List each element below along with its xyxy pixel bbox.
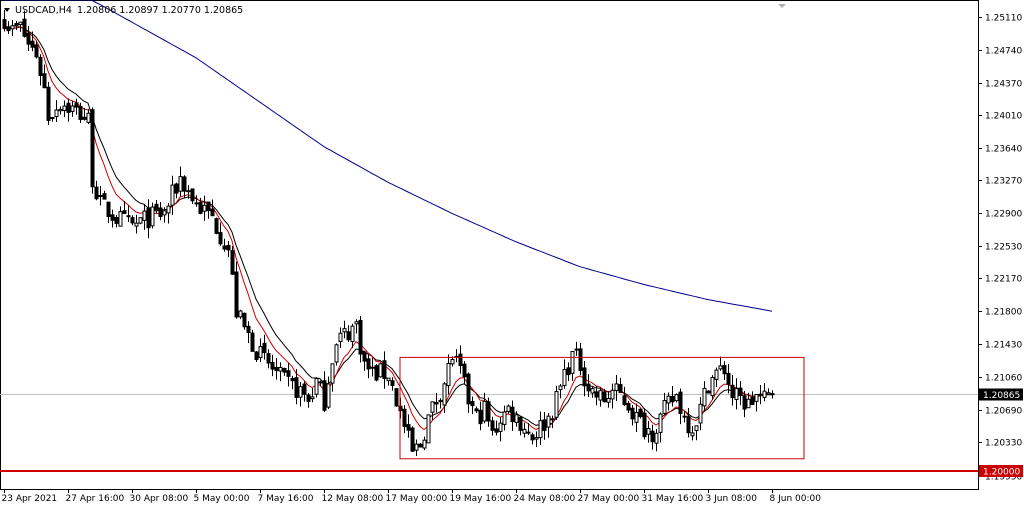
y-tick-label: 1.24740 — [985, 47, 1022, 57]
candle — [46, 81, 51, 125]
candle — [638, 408, 643, 419]
level-price-badge: 1.20000 — [979, 465, 1023, 478]
candle — [378, 363, 383, 378]
candle — [250, 329, 255, 352]
candle — [242, 312, 247, 330]
y-tick-label: 1.22530 — [985, 243, 1022, 253]
x-tick-label: 8 Jun 00:00 — [770, 494, 822, 504]
y-tick-label: 1.23270 — [985, 177, 1022, 187]
x-tick-label: 24 May 08:00 — [514, 494, 576, 504]
candle — [642, 408, 647, 440]
x-tick-label: 7 May 16:00 — [258, 494, 314, 504]
x-tick-label: 17 May 00:00 — [386, 494, 448, 504]
chart[interactable]: 1.25110 1.24740 1.24370 1.24010 1.23640 1.232… — [0, 0, 1024, 506]
svg-text:1.20865: 1.20865 — [983, 391, 1020, 401]
symbol-timeframe-label: USDCAD,H4 — [15, 5, 72, 16]
y-tick-label: 1.23640 — [985, 145, 1022, 155]
x-tick-label: 19 May 16:00 — [450, 494, 512, 504]
x-tick-label: 27 May 00:00 — [578, 494, 640, 504]
x-tick-label: 27 Apr 16:00 — [66, 494, 125, 504]
candle — [214, 217, 219, 235]
y-tick-label: 1.20330 — [985, 439, 1022, 449]
candle — [674, 393, 679, 403]
y-tick-label: 1.22900 — [985, 210, 1022, 220]
candle — [230, 246, 235, 275]
x-tick-label: 30 Apr 08:00 — [130, 494, 189, 504]
x-tick-label: 12 May 08:00 — [322, 494, 384, 504]
candle — [706, 390, 711, 394]
candle — [410, 426, 415, 452]
y-tick-label: 1.20690 — [985, 407, 1022, 417]
candle — [426, 414, 431, 444]
candle — [334, 343, 339, 366]
x-tick-label: 23 Apr 2021 — [2, 494, 58, 504]
svg-text:1.20000: 1.20000 — [983, 468, 1020, 478]
candle — [138, 217, 143, 225]
candle — [314, 377, 319, 398]
y-tick-label: 1.21060 — [985, 374, 1022, 384]
y-tick-label: 1.25110 — [985, 14, 1022, 24]
ohlc-values: 1.20806 1.20897 1.20770 1.20865 — [77, 5, 243, 16]
y-tick-label: 1.22170 — [985, 275, 1022, 285]
y-tick-label: 1.21430 — [985, 341, 1022, 351]
candle — [394, 388, 399, 407]
candle — [710, 375, 715, 400]
candle — [374, 364, 379, 382]
candle — [90, 107, 95, 194]
y-tick-label: 1.21800 — [985, 308, 1022, 318]
x-tick-label: 31 May 16:00 — [642, 494, 704, 504]
current-price-badge: 1.20865 — [979, 388, 1023, 401]
x-tick-label: 5 May 00:00 — [194, 494, 250, 504]
x-tick-label: 3 Jun 08:00 — [706, 494, 758, 504]
y-tick-label: 1.24370 — [985, 80, 1022, 90]
y-tick-label: 1.24010 — [985, 112, 1022, 122]
